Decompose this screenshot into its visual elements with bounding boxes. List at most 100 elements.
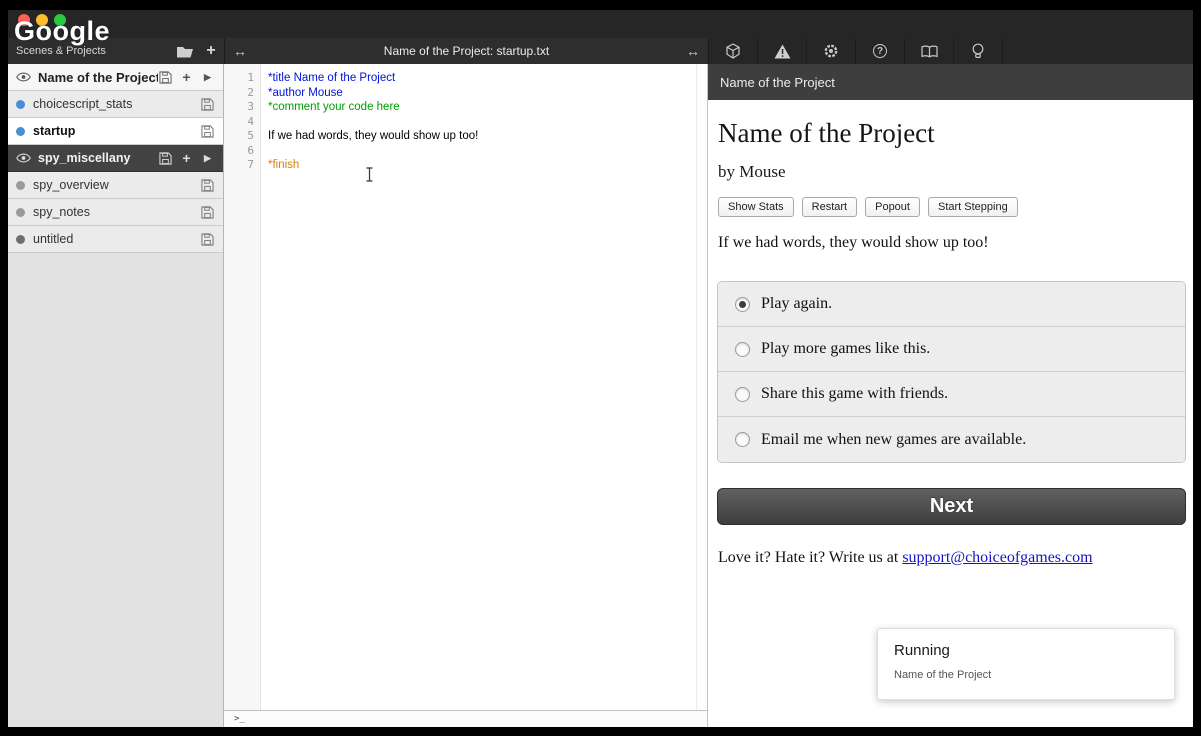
console-prompt: >_ [234, 714, 245, 724]
code-line: *finish [268, 159, 300, 171]
code-line: *title Name of the Project [268, 72, 396, 84]
save-icon[interactable] [200, 97, 215, 112]
settings-button[interactable] [807, 38, 856, 64]
editor-console[interactable]: >_ [224, 710, 707, 727]
restart-button[interactable]: Restart [801, 197, 858, 217]
game-controls: Show Stats Restart Popout Start Stepping [718, 197, 1018, 217]
issues-button[interactable] [758, 38, 807, 64]
game-preview-panel: Name of the Project Name of the Project … [708, 64, 1193, 727]
add-scene-icon[interactable]: + [179, 150, 194, 166]
option-label: Email me when new games are available. [761, 430, 1027, 448]
feedback-line: Love it? Hate it? Write us at support@ch… [718, 549, 1093, 567]
cube-icon [726, 43, 740, 59]
preview-header-title: Name of the Project [720, 74, 835, 90]
tips-button[interactable] [954, 38, 1003, 64]
option-label: Share this game with friends. [761, 385, 949, 402]
start-stepping-button[interactable]: Start Stepping [927, 197, 1018, 217]
scene-label: startup [33, 124, 76, 138]
sidebar-item-untitled[interactable]: untitled [8, 226, 223, 253]
scene-label: spy_overview [33, 178, 109, 192]
line-number: 2 [247, 85, 254, 99]
radio-button[interactable] [735, 296, 750, 312]
save-icon[interactable] [200, 232, 215, 247]
scene-status-dot [16, 126, 25, 136]
code-line: *comment your code here [268, 101, 400, 113]
code-line: *author Mouse [268, 86, 343, 99]
line-number: 7 [247, 158, 254, 171]
editor-title: Name of the Project: startup.txt [383, 44, 550, 58]
help-button[interactable]: ? [856, 38, 905, 64]
sidebar-item-spy-overview[interactable]: spy_overview [8, 172, 223, 199]
sidebar-item-project-spy-miscellany[interactable]: spy_miscellany + ▶ [8, 145, 223, 172]
line-number: 4 [247, 114, 254, 128]
toolbar: Scenes & Projects + ↔ Name of the Projec… [8, 38, 1193, 64]
run-project-icon[interactable]: ▶ [200, 70, 215, 85]
next-button[interactable]: Next [717, 488, 1186, 525]
save-icon[interactable] [200, 205, 215, 220]
scene-label: spy_notes [33, 205, 90, 219]
scene-status-dot [16, 180, 25, 190]
running-notification: Running Name of the Project [877, 628, 1175, 700]
google-watermark: Google [14, 16, 110, 46]
help-icon: ? [873, 44, 887, 58]
project-label: Name of the Project [38, 69, 158, 85]
code-editor: 1 2 3 4 5 6 7 *title Name of the Project… [224, 64, 708, 727]
game-view-button[interactable] [709, 38, 758, 64]
preview-body: Name of the Project by Mouse Show Stats … [708, 100, 1193, 727]
scenes-projects-sidebar: Name of the Project + ▶ choicescript_sta… [8, 64, 224, 727]
editor-text-area[interactable]: *title Name of the Project *author Mouse… [268, 71, 695, 173]
scene-label: untitled [33, 232, 74, 246]
scene-label: choicescript_stats [33, 97, 133, 111]
option-label: Play again. [761, 295, 833, 312]
run-project-icon[interactable]: ▶ [200, 151, 215, 166]
lightbulb-icon [972, 43, 984, 58]
editor-gutter: 1 2 3 4 5 6 7 [224, 64, 261, 710]
save-icon[interactable] [158, 70, 173, 85]
project-label: spy_miscellany [38, 151, 131, 165]
code-line: If we had words, they would show up too! [268, 130, 479, 142]
pane-resize-right-icon[interactable]: ↔ [678, 43, 708, 59]
warning-icon [774, 44, 790, 58]
titlebar [8, 10, 1193, 38]
sidebar-item-choicescript-stats[interactable]: choicescript_stats [8, 91, 223, 118]
documentation-button[interactable] [905, 38, 954, 64]
editor-toolbar: ↔ Name of the Project: startup.txt ↔ [224, 38, 708, 64]
choice-option-play-again[interactable]: Play again. [718, 282, 1185, 327]
main-frame: Scenes & Projects + ↔ Name of the Projec… [8, 10, 1193, 727]
sidebar-item-spy-notes[interactable]: spy_notes [8, 199, 223, 226]
choice-option-share-game[interactable]: Share this game with friends. [718, 372, 1185, 417]
scene-status-dot [16, 234, 25, 244]
choice-options-group: Play again. Play more games like this. S… [717, 281, 1186, 463]
choice-option-email-me[interactable]: Email me when new games are available. [718, 417, 1185, 462]
add-project-button[interactable]: + [198, 38, 224, 64]
sidebar-item-startup[interactable]: startup [8, 118, 223, 145]
preview-header-bar: Name of the Project [708, 64, 1193, 100]
support-email-link[interactable]: support@choiceofgames.com [902, 549, 1092, 566]
sidebar-item-project-name-of-the-project[interactable]: Name of the Project + ▶ [8, 64, 223, 91]
game-paragraph: If we had words, they would show up too! [718, 234, 989, 251]
preview-toolbar: ? [708, 38, 1193, 64]
app-window: Google Scenes & Projects + ↔ Name of the [0, 0, 1201, 736]
choice-option-play-more-games[interactable]: Play more games like this. [718, 327, 1185, 372]
eye-icon[interactable] [16, 72, 31, 82]
game-byline: by Mouse [718, 162, 786, 181]
save-icon[interactable] [158, 151, 173, 166]
line-number: 1 [247, 71, 254, 84]
open-project-button[interactable] [172, 38, 198, 64]
add-scene-icon[interactable]: + [179, 69, 194, 85]
save-icon[interactable] [200, 178, 215, 193]
radio-button[interactable] [735, 432, 750, 447]
show-stats-button[interactable]: Show Stats [718, 197, 794, 217]
eye-icon[interactable] [16, 153, 31, 163]
radio-button[interactable] [735, 341, 750, 357]
save-icon[interactable] [200, 124, 215, 139]
gear-icon [824, 44, 838, 58]
open-folder-icon [177, 46, 193, 57]
text-cursor [365, 167, 374, 187]
radio-button[interactable] [735, 386, 750, 402]
pane-resize-left-icon[interactable]: ↔ [225, 43, 255, 59]
editor-scrollbar[interactable] [696, 64, 707, 710]
popout-button[interactable]: Popout [865, 197, 920, 217]
